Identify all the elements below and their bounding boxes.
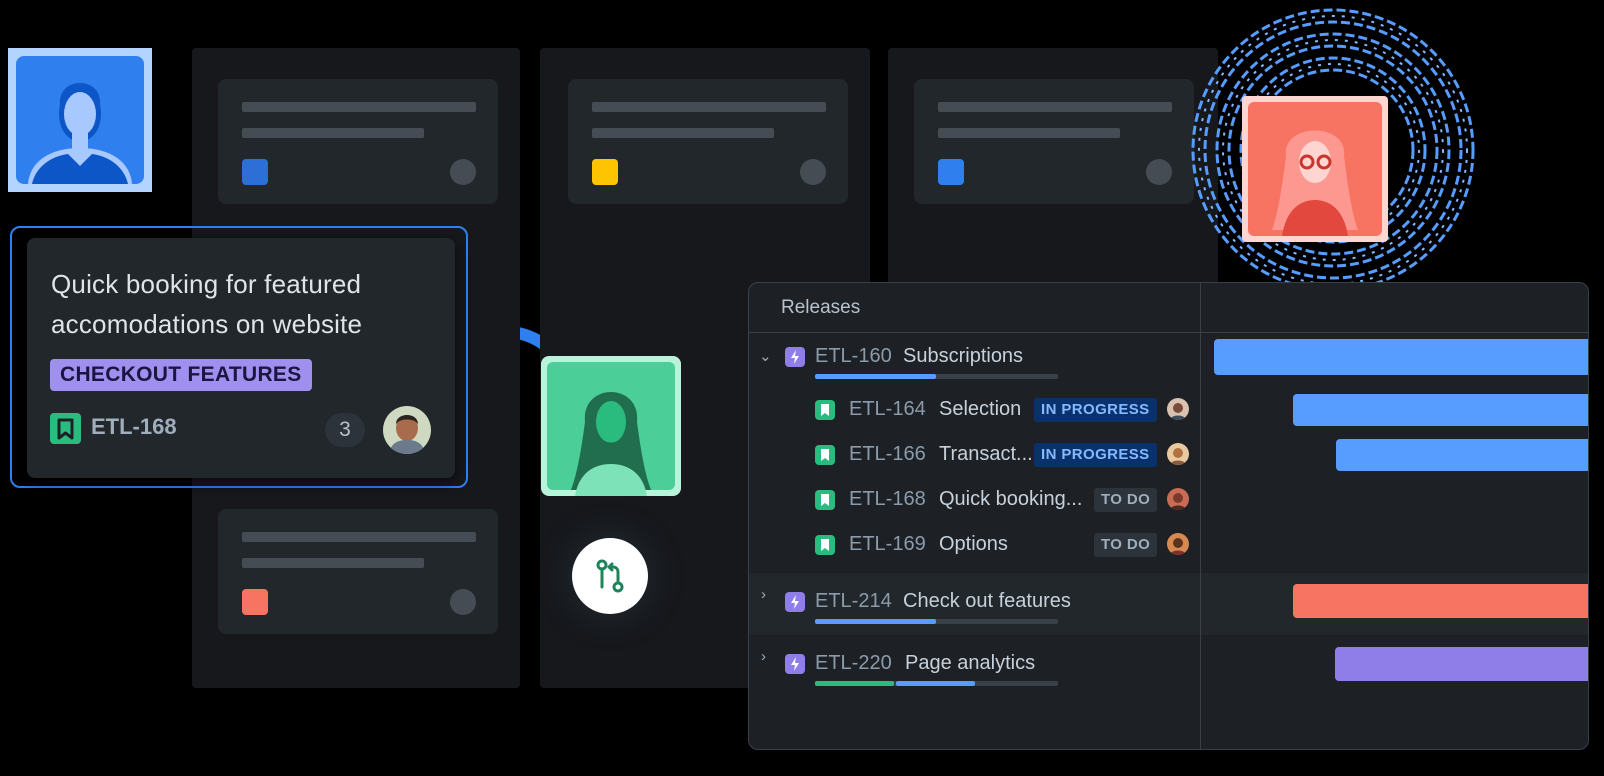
bookmark-icon — [50, 413, 81, 444]
placeholder-line — [592, 128, 774, 138]
chevron-right-icon[interactable]: › — [761, 648, 766, 665]
user-avatar-green — [541, 356, 681, 496]
bookmark-icon — [815, 490, 835, 510]
progress-fill — [815, 619, 936, 624]
bookmark-icon — [815, 445, 835, 465]
bookmark-icon — [815, 400, 835, 420]
issue-name[interactable]: Selection — [939, 398, 1021, 421]
timeline-bar[interactable] — [1214, 339, 1588, 375]
issue-key[interactable]: ETL-169 — [849, 533, 926, 556]
placeholder-line — [242, 102, 476, 112]
story-points-badge: 3 — [325, 413, 365, 447]
assignee-placeholder — [1146, 159, 1172, 185]
status-lozenge[interactable]: IN PROGRESS — [1034, 398, 1157, 422]
issue-type-square — [592, 159, 618, 185]
placeholder-card[interactable] — [218, 509, 498, 634]
placeholder-line — [938, 102, 1172, 112]
chevron-down-icon[interactable]: ⌄ — [759, 347, 772, 365]
issue-type-square — [242, 159, 268, 185]
status-lozenge[interactable]: IN PROGRESS — [1034, 443, 1157, 467]
bookmark-icon — [815, 535, 835, 555]
issue-name[interactable]: Transact... — [939, 443, 1033, 466]
pull-request-button[interactable] — [572, 538, 648, 614]
issue-name[interactable]: Subscriptions — [903, 345, 1023, 368]
placeholder-card[interactable] — [914, 79, 1194, 204]
issue-name[interactable]: Page analytics — [905, 652, 1035, 675]
placeholder-line — [592, 102, 826, 112]
user-avatar-red — [1242, 96, 1388, 242]
issue-name[interactable]: Quick booking... — [939, 488, 1082, 511]
issue-key[interactable]: ETL-160 — [815, 345, 892, 368]
header-divider — [749, 332, 1588, 333]
assignee-placeholder — [450, 159, 476, 185]
progress-fill — [815, 681, 894, 686]
progress-fill — [815, 374, 936, 379]
assignee-placeholder — [800, 159, 826, 185]
issue-key[interactable]: ETL-164 — [849, 398, 926, 421]
progress-fill — [896, 681, 975, 686]
timeline-bar[interactable] — [1293, 394, 1588, 426]
assignee-avatar[interactable] — [1167, 443, 1189, 465]
assignee-avatar[interactable] — [1167, 398, 1189, 420]
releases-title: Releases — [781, 297, 861, 318]
issue-key[interactable]: ETL-166 — [849, 443, 926, 466]
assignee-avatar[interactable] — [1167, 488, 1189, 510]
assignee-avatar[interactable] — [383, 406, 431, 454]
assignee-avatar[interactable] — [1167, 533, 1189, 555]
issue-card[interactable]: Quick booking for featured accomodations… — [27, 238, 455, 478]
placeholder-card[interactable] — [218, 79, 498, 204]
issue-key[interactable]: ETL-168 — [91, 414, 177, 440]
pull-request-icon — [596, 559, 624, 593]
status-lozenge[interactable]: TO DO — [1094, 488, 1158, 512]
placeholder-line — [242, 128, 424, 138]
status-lozenge[interactable]: TO DO — [1094, 533, 1158, 557]
issue-name[interactable]: Options — [939, 533, 1008, 556]
issue-key[interactable]: ETL-168 — [849, 488, 926, 511]
lightning-icon — [785, 347, 805, 367]
timeline-bar[interactable] — [1335, 647, 1588, 681]
placeholder-line — [938, 128, 1120, 138]
placeholder-line — [242, 558, 424, 568]
placeholder-line — [242, 532, 476, 542]
lightning-icon — [785, 592, 805, 612]
releases-panel: Releases ⌄ ETL-160 Subscriptions ETL-164… — [748, 282, 1589, 750]
issue-title: Quick booking for featured accomodations… — [51, 269, 363, 339]
issue-name[interactable]: Check out features — [903, 590, 1071, 613]
assignee-placeholder — [450, 589, 476, 615]
lightning-icon — [785, 654, 805, 674]
issue-key[interactable]: ETL-214 — [815, 590, 892, 613]
issue-type-square — [938, 159, 964, 185]
placeholder-card[interactable] — [568, 79, 848, 204]
issue-key[interactable]: ETL-220 — [815, 652, 892, 675]
chevron-right-icon[interactable]: › — [761, 586, 766, 603]
timeline-bar[interactable] — [1293, 584, 1588, 618]
timeline-divider — [1200, 283, 1201, 749]
issue-type-square — [242, 589, 268, 615]
epic-tag[interactable]: CHECKOUT FEATURES — [50, 359, 312, 391]
timeline-bar[interactable] — [1336, 439, 1588, 471]
user-avatar-blue — [8, 48, 152, 192]
